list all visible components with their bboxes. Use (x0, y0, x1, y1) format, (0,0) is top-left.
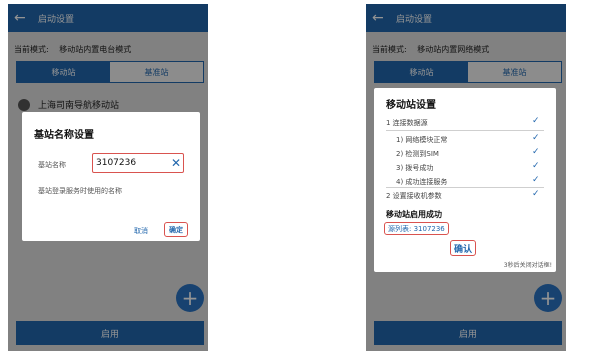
right-screen: ← 启动设置 当前模式: 移动站内置网络模式 移动站 基准站 + 启用 移动站设… (366, 4, 566, 351)
field-hint: 基站登录服务时使用的名称 (38, 187, 122, 195)
auto-close-note: 3秒后关闭对话框! (503, 262, 552, 269)
ok-button[interactable]: 确定 (164, 222, 188, 237)
close-icon[interactable]: ✕ (169, 157, 183, 169)
source-table-value: 源列表: 3107236 (384, 222, 449, 235)
check-icon: ✓ (532, 147, 540, 157)
step-connect-source: 1 连接数据源 (386, 119, 428, 127)
check-icon: ✓ (532, 189, 540, 199)
dialog-title: 移动站设置 (386, 100, 436, 111)
left-screen: ← 启动设置 当前模式: 移动站内置电台模式 移动站 基准站 上海司南导航移动站… (8, 4, 208, 351)
rover-setup-dialog: 移动站设置 1 连接数据源 ✓ 1) 网络模块正常 ✓ 2) 检测到SIM ✓ … (374, 88, 556, 272)
base-name-dialog: 基站名称设置 基站名称 3107236 ✕ 基站登录服务时使用的名称 取消 确定 (22, 112, 200, 241)
check-icon: ✓ (532, 133, 540, 143)
check-icon: ✓ (532, 175, 540, 185)
check-icon: ✓ (532, 116, 540, 126)
cancel-button[interactable]: 取消 (134, 226, 148, 236)
confirm-button[interactable]: 确认 (450, 240, 477, 256)
substep-dial: 3) 拨号成功 (396, 164, 434, 172)
success-message: 移动站启用成功 (386, 210, 442, 219)
substep-sim: 2) 检测到SIM (396, 150, 439, 158)
divider (386, 130, 544, 131)
substep-connect: 4) 成功连接服务 (396, 178, 448, 186)
dialog-title: 基站名称设置 (34, 130, 94, 141)
step-receiver-params: 2 设置接收机参数 (386, 192, 442, 200)
base-name-input[interactable]: 3107236 ✕ (92, 153, 184, 173)
substep-network: 1) 网络模块正常 (396, 136, 448, 144)
base-name-value[interactable]: 3107236 (93, 158, 169, 168)
check-icon: ✓ (532, 161, 540, 171)
field-label: 基站名称 (38, 161, 66, 169)
divider (386, 187, 544, 188)
